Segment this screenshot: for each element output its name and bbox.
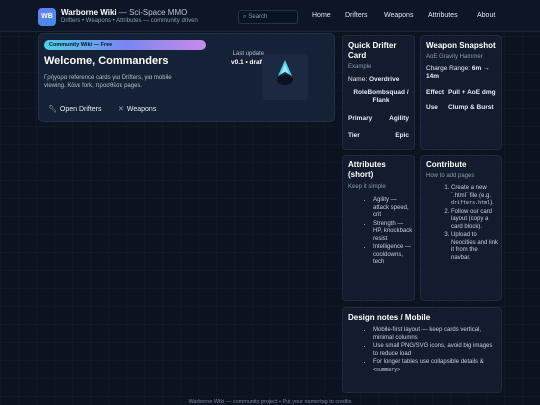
attribute-strength: Strength — HP, knockback resist (373, 221, 413, 244)
drifter-name-row: Name: Overdrive (348, 76, 399, 84)
nav-weapons[interactable]: Weapons (384, 12, 413, 19)
design-notes-card: Design notes / Mobile Mobile-first layou… (342, 307, 502, 393)
design-note-3-text: For longer tables use collapsible detail… (373, 359, 484, 365)
attributes-subtitle: Keep it simple (348, 184, 386, 190)
quick-drifter-card: Quick Drifter Card Example Name: Overdri… (342, 35, 415, 150)
design-note-2: Use small PNG/SVG icons, avoid big image… (373, 343, 499, 358)
nav-home[interactable]: Home (312, 12, 331, 19)
site-subtitle: Drifters • Weapons • Attributes — commun… (61, 18, 198, 24)
logo[interactable]: WB (38, 8, 56, 26)
contribute-card: Contribute How to add pages Create a new… (420, 155, 502, 301)
last-update-label: Last update (232, 51, 264, 57)
nav-drifters[interactable]: Drifters (345, 12, 368, 19)
attributes-card: Attributes (short) Keep it simple Agilit… (342, 155, 415, 301)
step1-code: drifters.html (451, 200, 491, 206)
weapon-use-label: Use (426, 104, 438, 111)
drifter-role-value: Bombsquad / Flank (367, 89, 409, 104)
hero-title: Welcome, Commanders (44, 55, 169, 67)
contribute-title: Contribute (426, 160, 467, 169)
site-title[interactable]: Warborne Wiki — Sci-Space MMO (61, 8, 187, 17)
weapon-use-value: Clump & Burst (448, 104, 494, 111)
contribute-step-2: Follow our card layout (copy a card bloc… (451, 209, 499, 232)
design-note-1: Mobile-first layout — keep cards vertica… (373, 327, 499, 342)
crossed-swords-icon: ✕ (118, 106, 124, 113)
weapons-label: Weapons (126, 106, 157, 113)
weapon-card-title: Weapon Snapshot (426, 41, 496, 50)
wrench-icon: 🔧︎ (48, 106, 57, 113)
drifter-card-subtitle: Example (348, 64, 372, 70)
hero-description: Γρήγορα reference cards για Drifters, γι… (44, 75, 172, 89)
open-drifters-label: Open Drifters (59, 106, 102, 113)
weapon-charge-row: Charge Range: 6m → 14m (426, 65, 500, 81)
site-title-tag: — Sci-Space MMO (118, 8, 188, 17)
nav-attributes[interactable]: Attributes (428, 12, 458, 19)
step1-end: ). (490, 200, 494, 206)
design-notes-title: Design notes / Mobile (348, 313, 431, 322)
hero-card: Community Wiki — Free Welcome, Commander… (38, 33, 335, 122)
contribute-step-3: Upload to Neocities and link it from the… (451, 232, 499, 262)
open-drifters-button[interactable]: 🔧︎ Open Drifters (48, 105, 102, 113)
drifter-name-label: Name: (348, 76, 368, 83)
weapons-button[interactable]: ✕ Weapons (118, 105, 156, 113)
weapon-card-subtitle: AoE Gravity Hammer (426, 54, 483, 60)
top-header: WB Warborne Wiki — Sci-Space MMO Drifter… (0, 0, 540, 32)
last-update-value: v0.1 • draft (231, 58, 264, 66)
weapon-snapshot-card: Weapon Snapshot AoE Gravity Hammer Charg… (420, 35, 502, 150)
attributes-title: Attributes (short) (348, 160, 386, 179)
ship-icon (277, 60, 293, 85)
drifter-tier-value: Epic (395, 132, 409, 139)
weapon-charge-label: Charge Range: (426, 65, 471, 72)
ship-emblem (262, 54, 308, 100)
footer: Warborne Wiki — community project • Put … (188, 399, 352, 405)
last-update: Last update v0.1 • draft (209, 51, 264, 67)
weapon-effect-label: Effect (426, 89, 445, 96)
drifter-primary-label: Primary (348, 115, 373, 122)
design-note-3-code: <summary> (373, 366, 401, 373)
attribute-intelligence: Intelligence — cooldowns, tech (373, 244, 413, 267)
drifter-card-title: Quick Drifter Card (348, 41, 397, 60)
site-title-text: Warborne Wiki (61, 8, 117, 17)
contribute-subtitle: How to add pages (426, 173, 475, 179)
drifter-primary-value: Agility (389, 115, 409, 122)
contribute-steps: Create a new `.html` file (e.g. drifters… (441, 185, 499, 263)
weapon-effect-value: Pull + AoE dmg (448, 89, 496, 96)
search-icon: ⌕ (243, 14, 247, 20)
step1-text: Create a new `.html` file (e.g. (451, 185, 492, 199)
design-note-3: For longer tables use collapsible detail… (373, 359, 499, 374)
community-wiki-badge: Community Wiki — Free (44, 40, 206, 50)
drifter-tier-label: Tier (348, 132, 360, 139)
search-input[interactable]: ⌕ Search (238, 10, 298, 24)
contribute-step-1: Create a new `.html` file (e.g. drifters… (451, 185, 499, 208)
attributes-list: Agility — attack speed, crit Strength — … (363, 197, 413, 268)
nav-about[interactable]: About (477, 12, 495, 19)
attribute-agility: Agility — attack speed, crit (373, 197, 413, 220)
drifter-name-value: Overdrive (368, 76, 400, 83)
search-placeholder: Search (248, 14, 268, 20)
drifter-role-label: Role (353, 89, 368, 96)
drifter-role-row: RoleBombsquad / Flank (348, 89, 414, 105)
design-notes-list: Mobile-first layout — keep cards vertica… (363, 327, 499, 375)
